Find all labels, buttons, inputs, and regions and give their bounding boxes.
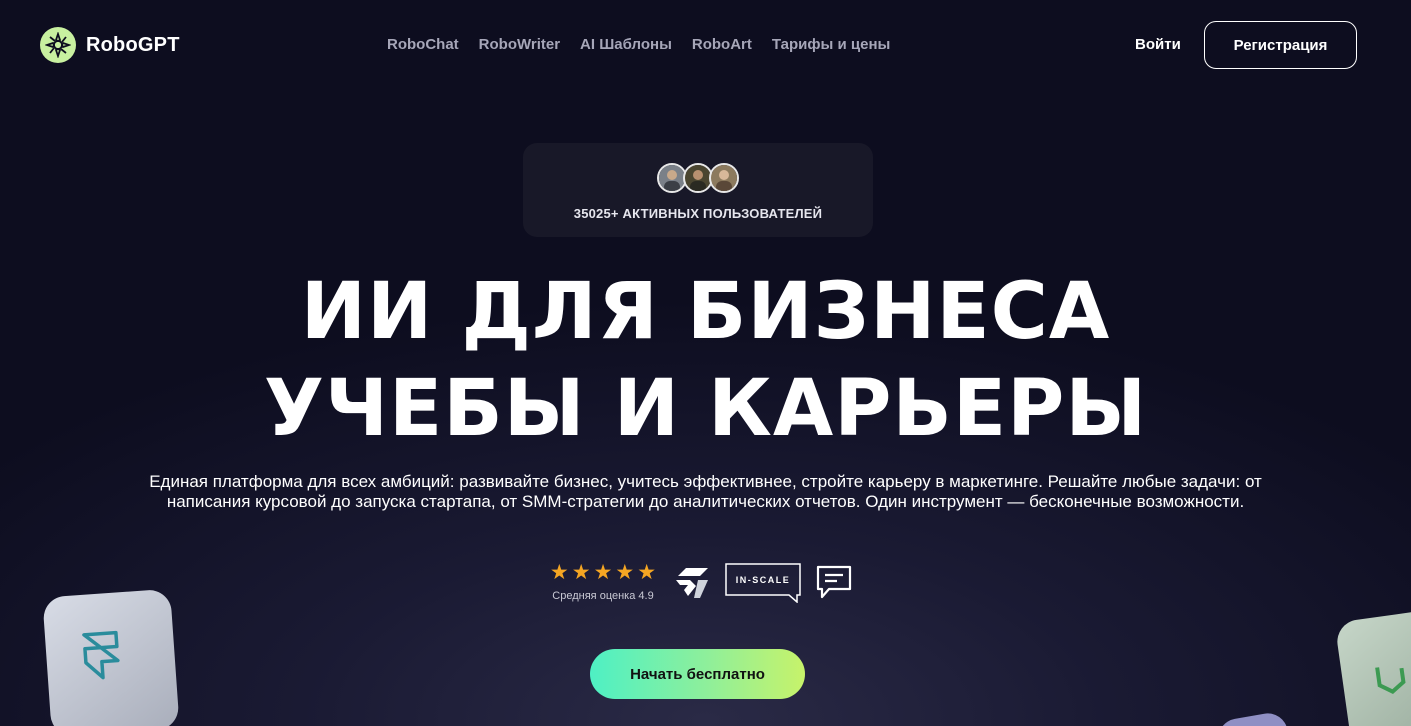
user-avatars [657,163,739,193]
hero-title-line-2: УЧЕБЫ И КАРЬЕРЫ [263,364,1148,454]
hero-subtitle: Единая платформа для всех амбиций: разви… [149,472,1262,511]
nav-item-robowriter[interactable]: RoboWriter [479,36,560,53]
decorative-tile [1215,710,1291,726]
partner-logo-icon [1370,653,1411,703]
star-icon: ★ [549,561,569,584]
active-users-count: 35025+ АКТИВНЫХ ПОЛЬЗОВАТЕЛЕЙ [573,206,823,221]
active-users-badge: 35025+ АКТИВНЫХ ПОЛЬЗОВАТЕЛЕЙ [523,143,873,237]
decorative-tile [42,588,180,726]
rating-label: Средняя оценка 4.9 [552,590,654,602]
robogpt-logo-icon [40,27,76,63]
framer-icon [80,628,126,694]
main-nav: RoboChat RoboWriter AI Шаблоны RoboArt Т… [387,36,890,53]
star-icon: ★ [571,561,591,584]
rating-stars: ★ ★ ★ ★ ★ [541,562,665,584]
star-icon: ★ [593,561,613,584]
register-button[interactable]: Регистрация [1204,21,1357,69]
nav-item-roboart[interactable]: RoboArt [692,36,752,53]
partner-logo-icon [674,566,710,605]
in-scale-logo: IN-SCALE [725,563,801,608]
brand-name: RoboGPT [86,33,180,56]
chat-bubble-icon [815,564,853,605]
start-free-button[interactable]: Начать бесплатно [590,649,805,699]
rating-block: ★ ★ ★ ★ ★ Средняя оценка 4.9 [541,562,665,603]
nav-item-ai-templates[interactable]: AI Шаблоны [580,36,672,53]
avatar [709,163,739,193]
star-icon: ★ [637,561,657,584]
star-icon: ★ [615,561,635,584]
hero-title-line-1: ИИ ДЛЯ БИЗНЕСА [300,267,1111,357]
brand-logo[interactable]: RoboGPT [40,27,180,63]
login-link[interactable]: Войти [1135,36,1181,53]
nav-item-robochat[interactable]: RoboChat [387,36,459,53]
landing-page: RoboGPT RoboChat RoboWriter AI Шаблоны R… [0,0,1411,726]
decorative-tile [1334,606,1411,726]
in-scale-label: IN-SCALE [736,575,791,585]
nav-item-pricing[interactable]: Тарифы и цены [772,36,890,53]
